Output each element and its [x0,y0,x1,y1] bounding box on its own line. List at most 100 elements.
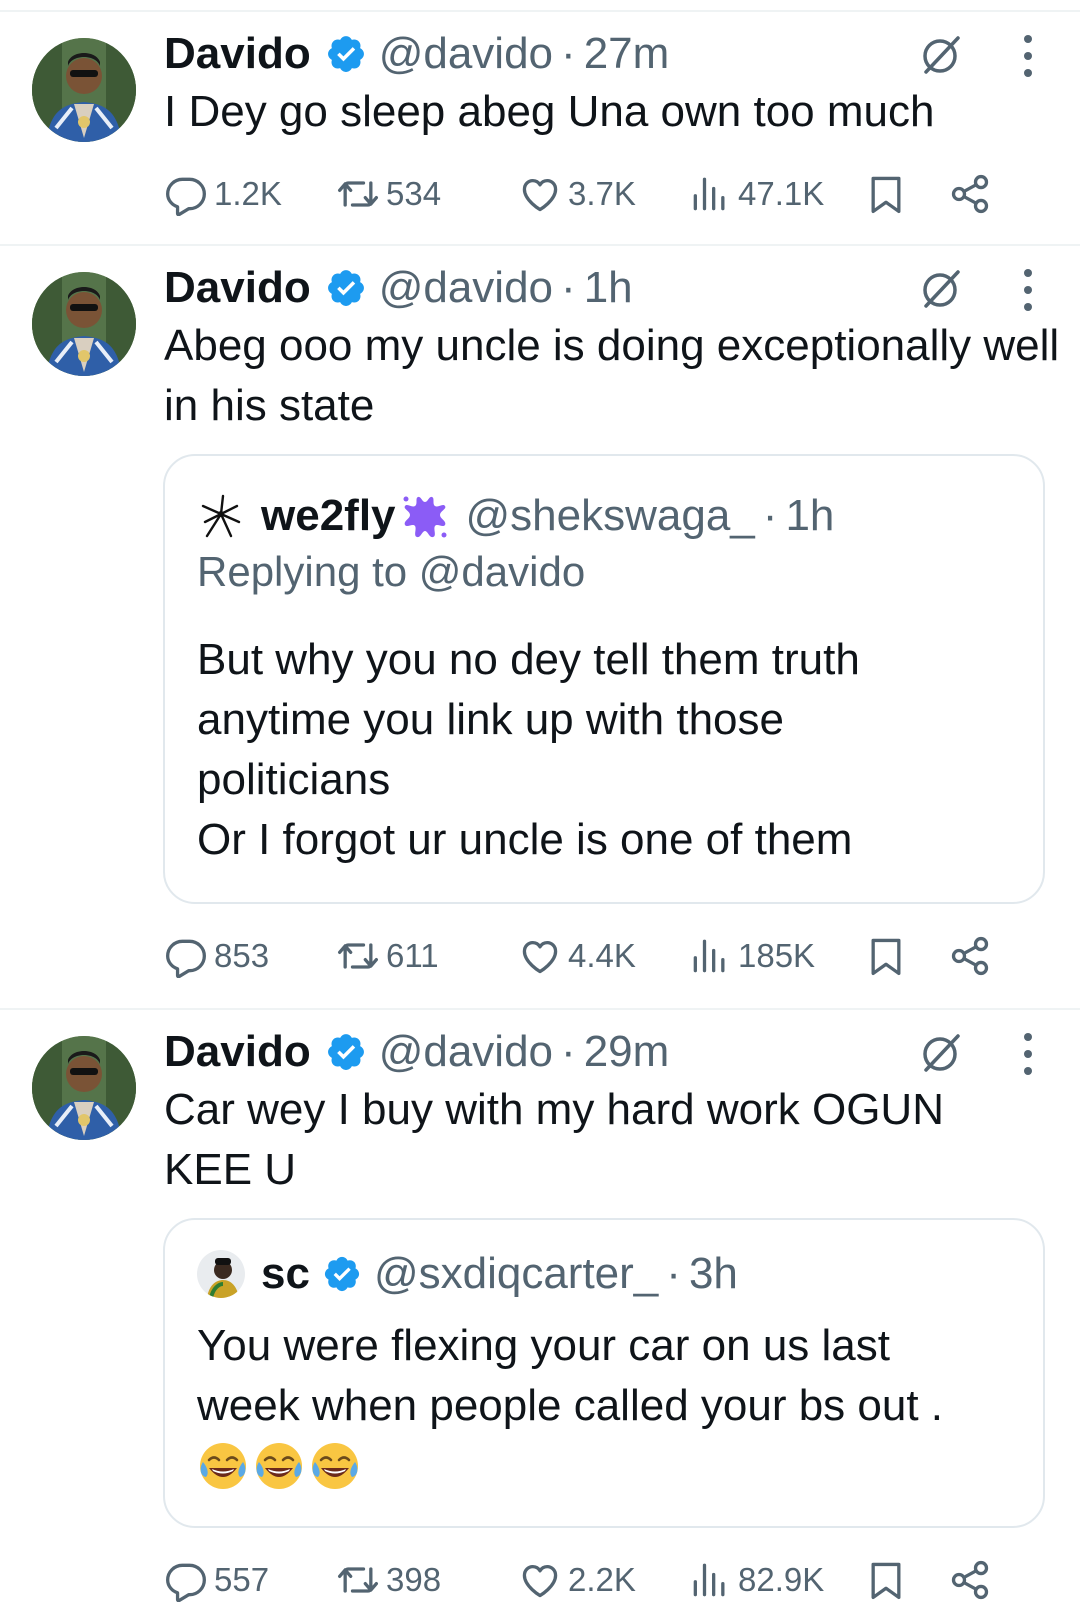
face-with-tears-of-joy-icon [309,1440,361,1492]
more-options-icon[interactable] [1008,1024,1048,1084]
grok-icon[interactable] [918,30,966,78]
author-handle[interactable]: @davido [379,29,553,79]
like-button[interactable]: 2.2K [518,1552,636,1608]
share-icon [948,172,992,216]
separator: · [666,1249,681,1298]
purple-splat-icon [400,491,450,541]
quoted-text-line: Or I forgot ur uncle is one of them [197,815,853,864]
views-count: 47.1K [738,175,825,212]
grok-icon[interactable] [918,1028,966,1076]
author-handle[interactable]: @davido [379,263,553,313]
quoted-header: sc @sxdiqcarter_ · 3h [197,1244,738,1304]
like-button[interactable]: 4.4K [518,928,636,984]
timestamp[interactable]: 27m [584,29,670,79]
divider [0,1008,1080,1010]
quoted-text: You were flexing your car on us last wee… [197,1316,1017,1436]
replying-to: Replying to @davido [197,548,585,596]
quoted-author-name[interactable]: we2fly [261,491,396,541]
like-count: 2.2K [568,1561,636,1598]
quoted-text-line: anytime you link up with those [197,695,784,744]
like-button[interactable]: 3.7K [518,166,636,222]
author-name[interactable]: Davido [164,263,311,313]
quoted-author-name[interactable]: sc [261,1249,310,1299]
tweet-actions: 557 398 2.2K 82.9K [164,1552,1044,1608]
separator: · [561,263,576,312]
quoted-avatar[interactable] [197,1250,245,1298]
reply-button[interactable]: 853 [164,928,269,984]
bookmark-icon [864,1558,908,1602]
tweet-actions: 1.2K 534 3.7K 47.1K [164,166,1044,222]
top-divider [0,10,1080,12]
quoted-text: But why you no dey tell them truth anyti… [197,630,1017,870]
repost-count: 534 [386,175,442,212]
bookmark-button[interactable] [864,1552,908,1608]
views-icon [688,934,732,978]
share-button[interactable] [948,1552,992,1608]
more-options-icon[interactable] [1008,260,1048,320]
spider-avatar[interactable] [197,492,245,540]
reply-icon [164,172,208,216]
bookmark-button[interactable] [864,928,908,984]
views-count: 82.9K [738,1561,825,1598]
timestamp[interactable]: 29m [584,1027,670,1077]
quoted-text-line: week when people called your bs out . [197,1381,944,1430]
grok-icon[interactable] [918,264,966,312]
views-button[interactable]: 82.9K [688,1552,824,1608]
divider [0,244,1080,246]
repost-count: 398 [386,1561,442,1598]
repost-button[interactable]: 611 [336,928,439,984]
reply-icon [164,934,208,978]
separator: · [561,1027,576,1076]
reply-count: 1.2K [214,175,282,212]
tweet-text: I Dey go sleep abeg Una own too much [164,87,935,136]
bookmark-button[interactable] [864,166,908,222]
tweet-header: Davido @davido · 1h [164,258,633,318]
like-count: 4.4K [568,937,636,974]
reply-button[interactable]: 557 [164,1552,269,1608]
bookmark-icon [864,172,908,216]
avatar[interactable] [32,38,136,142]
share-button[interactable] [948,166,992,222]
verified-badge-icon [325,1031,367,1073]
face-with-tears-of-joy-icon [197,1440,249,1492]
author-handle[interactable]: @davido [379,1027,553,1077]
quoted-text-line: But why you no dey tell them truth [197,635,860,684]
avatar[interactable] [32,272,136,376]
like-icon [518,172,562,216]
quoted-text-line: politicians [197,755,391,804]
more-options-icon[interactable] [1008,26,1048,86]
separator: · [561,29,576,78]
views-icon [688,172,732,216]
author-name[interactable]: Davido [164,29,311,79]
quoted-tweet[interactable]: sc @sxdiqcarter_ · 3h You were flexing y… [163,1218,1045,1528]
quoted-author-handle[interactable]: @sxdiqcarter_ [374,1249,658,1299]
quoted-author-handle[interactable]: @shekswaga_ [466,491,755,541]
tweet-header: Davido @davido · 29m [164,1022,669,1082]
repost-icon [336,934,380,978]
repost-button[interactable]: 534 [336,166,441,222]
face-with-tears-of-joy-icon [253,1440,305,1492]
repost-button[interactable]: 398 [336,1552,441,1608]
author-name[interactable]: Davido [164,1027,311,1077]
like-count: 3.7K [568,175,636,212]
reply-count: 557 [214,1561,270,1598]
repost-count: 611 [386,937,439,974]
replying-handle[interactable]: @davido [419,548,585,595]
reply-icon [164,1558,208,1602]
quoted-tweet[interactable]: we2fly @shekswaga_ · 1h Replying to @dav… [163,454,1045,904]
views-button[interactable]: 185K [688,928,815,984]
views-button[interactable]: 47.1K [688,166,824,222]
reply-count: 853 [214,937,270,974]
tweet-text: Car wey I buy with my hard work OGUN KEE… [164,1085,944,1194]
quoted-timestamp[interactable]: 1h [785,491,834,541]
repost-icon [336,172,380,216]
emoji-row [197,1440,361,1492]
quoted-timestamp[interactable]: 3h [689,1249,738,1299]
reply-button[interactable]: 1.2K [164,166,282,222]
avatar[interactable] [32,1036,136,1140]
share-button[interactable] [948,928,992,984]
timestamp[interactable]: 1h [584,263,633,313]
share-icon [948,934,992,978]
verified-badge-icon [322,1254,362,1294]
quoted-header: we2fly @shekswaga_ · 1h [197,486,834,546]
